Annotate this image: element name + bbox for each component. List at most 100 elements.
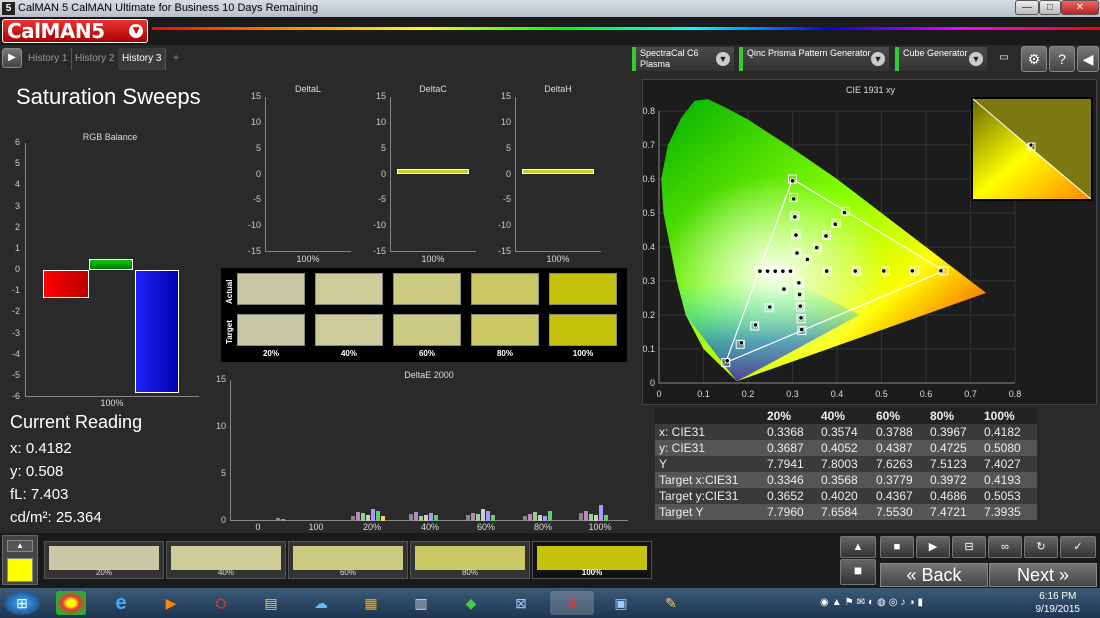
play-arrow-icon[interactable]: ▶ bbox=[2, 48, 22, 68]
cie-measured-point bbox=[881, 268, 887, 274]
add-tab-button[interactable]: + bbox=[166, 48, 186, 70]
bottom-swatch-button[interactable]: 60% bbox=[288, 541, 408, 579]
deltae-bar bbox=[376, 511, 380, 521]
cie-xtick: 0.7 bbox=[964, 389, 977, 399]
rgb-ytick: -3 bbox=[11, 327, 20, 338]
table-row-label: Target y:CIE31 bbox=[659, 489, 739, 503]
table-row: x: CIE31 0.3368 0.3574 0.3788 0.3967 0.4182 bbox=[655, 424, 1037, 440]
delta-ytick: -15 bbox=[372, 246, 386, 256]
swatch-label: 60% bbox=[418, 349, 435, 358]
minimize-button[interactable]: — bbox=[1015, 0, 1039, 15]
table-cell: 0.3652 bbox=[767, 489, 804, 503]
table-cell: 0.3967 bbox=[930, 425, 967, 439]
play-icon[interactable]: ▶ bbox=[916, 536, 950, 558]
photo-viewer-icon[interactable]: ▣ bbox=[606, 591, 636, 615]
close-button[interactable]: ✕ bbox=[1061, 0, 1099, 15]
cie-ytick: 0.1 bbox=[643, 344, 655, 354]
rgb-ytick: -4 bbox=[11, 348, 20, 359]
table-header-row: 20% 40% 60% 80% 100% bbox=[655, 408, 1037, 424]
cie-measured-point bbox=[752, 322, 759, 328]
table-cell: 0.3972 bbox=[930, 473, 967, 487]
cie-measured-point bbox=[764, 268, 771, 274]
delta-bar bbox=[397, 168, 469, 174]
windows-taskbar: ⊞ e ▶ ⛭ ▤ ☁ ▦ ▥ ◆ ⊠ 5 ▣ ✎ ◉▲⚑✉◐◍◎♪◑▮ 6:1… bbox=[0, 588, 1100, 618]
clock[interactable]: 6:16 PM 9/19/2015 bbox=[1036, 590, 1081, 616]
deltae-bar bbox=[276, 518, 280, 521]
acrobat-icon[interactable]: ⛭ bbox=[206, 591, 236, 615]
read-series-icon[interactable]: ⊟ bbox=[952, 536, 986, 558]
apps-grid-icon[interactable]: ▦ bbox=[356, 591, 386, 615]
delta-ytick: 0 bbox=[255, 168, 261, 179]
chrome-icon[interactable] bbox=[56, 591, 86, 615]
table-cell: 0.3368 bbox=[767, 425, 804, 439]
cie-xtick: 0.1 bbox=[697, 389, 710, 399]
delta-chart-title: DeltaH bbox=[544, 84, 572, 94]
system-tray-icons[interactable]: ◉▲⚑✉◐◍◎♪◑▮ bbox=[820, 597, 926, 608]
bottom-swatch-button[interactable]: 80% bbox=[410, 541, 530, 579]
stop-icon[interactable]: ■ bbox=[880, 536, 914, 558]
table-cell: 0.4367 bbox=[876, 489, 913, 503]
table-cell: 0.4182 bbox=[984, 425, 1021, 439]
table-cell: 7.3935 bbox=[984, 505, 1021, 519]
table-cell: 0.4686 bbox=[930, 489, 967, 503]
internet-explorer-icon[interactable]: e bbox=[106, 591, 136, 615]
checkmark-icon[interactable]: ✓ bbox=[1060, 536, 1096, 558]
cie-measured-point bbox=[841, 209, 848, 216]
office-icon[interactable]: ◆ bbox=[456, 591, 486, 615]
deltae-bar bbox=[371, 509, 375, 521]
network-icon[interactable]: ⊠ bbox=[506, 591, 536, 615]
table-row: Y 7.7941 7.8003 7.6263 7.5123 7.4027 bbox=[655, 456, 1037, 472]
help-icon[interactable]: ? bbox=[1049, 46, 1075, 72]
cube-generator-selector[interactable]: Cube Generator ▼ bbox=[895, 47, 987, 71]
table-header-cell: 20% bbox=[767, 409, 792, 423]
lut-icon[interactable]: ▭ bbox=[991, 46, 1017, 72]
bottom-swatch-button[interactable]: 20% bbox=[44, 541, 164, 579]
target-swatch bbox=[549, 314, 617, 346]
bottom-swatch-button[interactable]: 100% bbox=[532, 541, 652, 579]
stop-square-icon[interactable]: ⏹ bbox=[840, 559, 876, 585]
continuous-loop-icon[interactable]: ∞ bbox=[988, 536, 1022, 558]
next-button[interactable]: Next » bbox=[989, 563, 1097, 587]
delta-ytick: 10 bbox=[500, 116, 511, 127]
cie-measured-point bbox=[814, 245, 820, 251]
table-row-label: y: CIE31 bbox=[659, 441, 706, 455]
gear-icon[interactable]: ⚙ bbox=[1021, 46, 1047, 72]
cie-xtick: 0.6 bbox=[920, 389, 933, 399]
maximize-button[interactable]: □ bbox=[1039, 0, 1061, 15]
notepad-icon[interactable]: ▥ bbox=[406, 591, 436, 615]
collapse-arrow-icon[interactable]: ◀ bbox=[1077, 46, 1099, 72]
pattern-generator-selector[interactable]: Qinc Prisma Pattern Generator ▼ bbox=[739, 47, 889, 71]
delta-plot bbox=[265, 97, 351, 252]
cie-measured-point bbox=[792, 214, 798, 220]
cie-measured-point bbox=[796, 280, 802, 286]
cie-measured-point bbox=[794, 250, 800, 256]
start-button-icon[interactable]: ⊞ bbox=[4, 591, 40, 615]
delta-ytick: -10 bbox=[372, 220, 386, 231]
media-player-icon[interactable]: ▶ bbox=[156, 591, 186, 615]
table-cell: 7.7941 bbox=[767, 457, 804, 471]
calman-logo-menu[interactable]: CalMAN5 ▼ bbox=[2, 19, 148, 43]
deltae-ytick: 15 bbox=[215, 374, 226, 384]
cloud-icon[interactable]: ☁ bbox=[306, 591, 336, 615]
file-explorer-icon[interactable]: ▤ bbox=[256, 591, 286, 615]
swatch-label: 20% bbox=[262, 349, 279, 358]
calman-taskbar-icon[interactable]: 5 bbox=[550, 591, 594, 615]
delta-ytick: -15 bbox=[247, 246, 261, 256]
delta-ytick: 5 bbox=[380, 142, 386, 153]
rgb-ytick: 3 bbox=[14, 200, 20, 211]
table-cell: 0.3687 bbox=[767, 441, 804, 455]
paint-icon[interactable]: ✎ bbox=[656, 591, 686, 615]
back-button[interactable]: « Back bbox=[880, 563, 988, 587]
swatch-up-icon[interactable]: ▲ bbox=[7, 540, 33, 552]
tab-history-3[interactable]: History 3 bbox=[118, 48, 167, 70]
meter-selector[interactable]: SpectraCal C6 Plasma ▼ bbox=[632, 47, 734, 71]
blue-bar bbox=[135, 270, 179, 393]
tab-history-1[interactable]: History 1 bbox=[24, 48, 73, 70]
up-arrow-icon[interactable]: ▲ bbox=[840, 536, 876, 558]
tab-history-2[interactable]: History 2 bbox=[71, 48, 120, 70]
bottom-swatch-button[interactable]: 40% bbox=[166, 541, 286, 579]
deltae-bar bbox=[419, 516, 423, 521]
target-swatch bbox=[237, 314, 305, 346]
cie-chart-panel: CIE 1931 xy 0 0.1 0.2 0.3 0.4 0.5 0.6 0.… bbox=[642, 79, 1097, 405]
refresh-icon[interactable]: ↻ bbox=[1024, 536, 1058, 558]
